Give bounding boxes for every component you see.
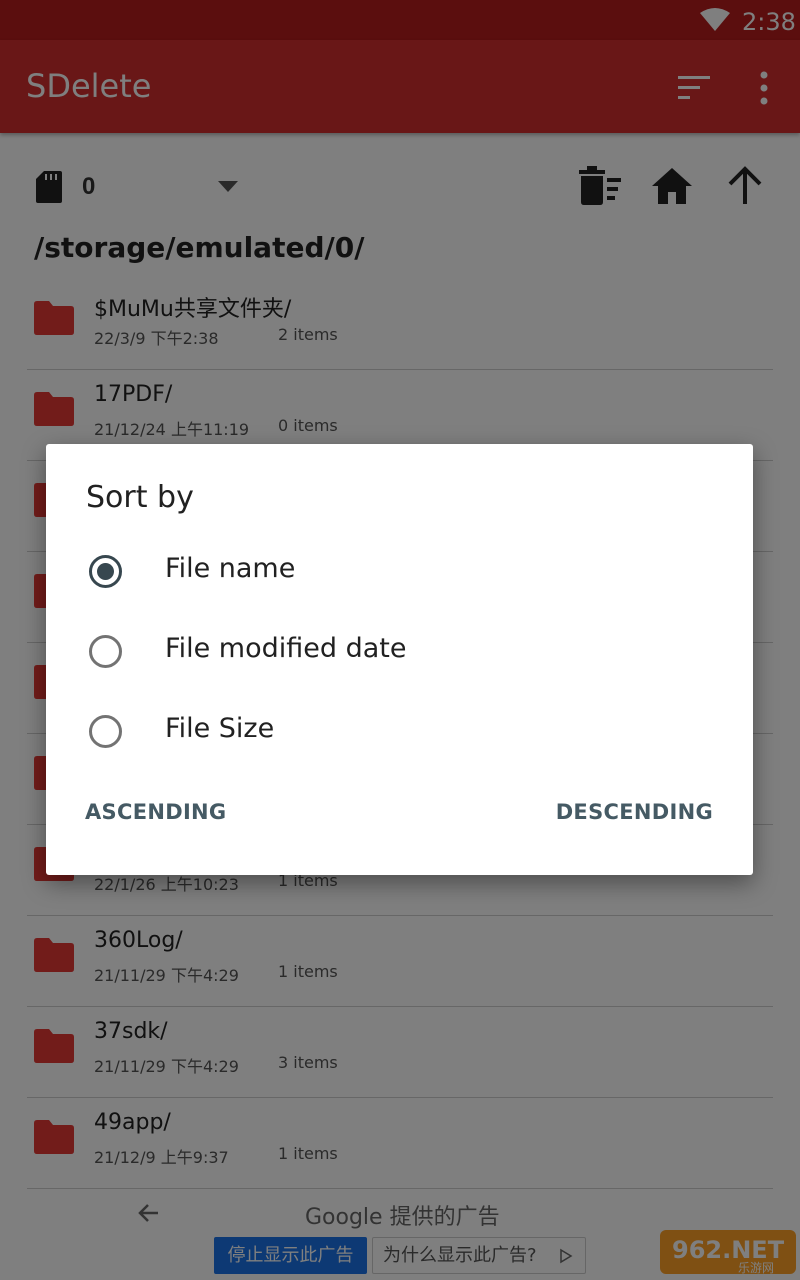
- sort-option-label: File modified date: [165, 633, 407, 664]
- dialog-title: Sort by: [86, 480, 194, 515]
- ascending-button[interactable]: ASCENDING: [85, 800, 226, 824]
- sort-option-label: File name: [165, 553, 296, 584]
- radio-button[interactable]: [89, 635, 122, 668]
- radio-button[interactable]: [89, 555, 122, 588]
- descending-button[interactable]: DESCENDING: [556, 800, 713, 824]
- sort-option-file-name[interactable]: File name: [46, 531, 753, 611]
- sort-option-file-size[interactable]: File Size: [46, 691, 753, 771]
- sort-option-label: File Size: [165, 713, 275, 744]
- sort-dialog: Sort by File name File modified date Fil…: [46, 444, 753, 875]
- sort-option-modified-date[interactable]: File modified date: [46, 611, 753, 691]
- radio-button[interactable]: [89, 715, 122, 748]
